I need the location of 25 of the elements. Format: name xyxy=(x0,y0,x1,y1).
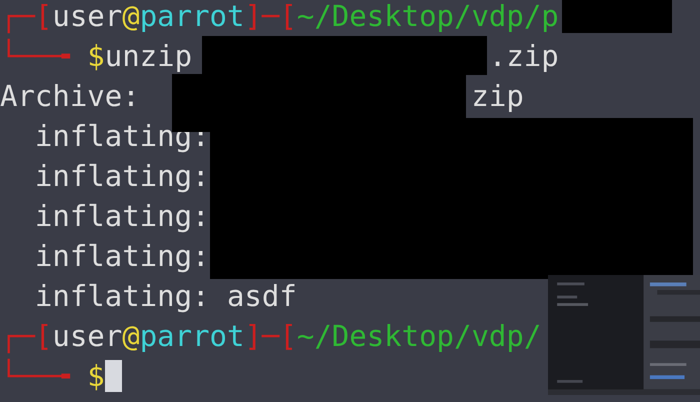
prompt-frame: ]─[ xyxy=(244,0,297,36)
prompt-symbol: $ xyxy=(87,358,105,395)
user-name: user xyxy=(52,318,122,355)
output-text: inflating: asdf xyxy=(34,278,297,315)
working-directory: ~/Desktop/vdp/ xyxy=(296,318,542,355)
user-name: user xyxy=(52,0,122,35)
output-text: inflating: xyxy=(34,158,210,195)
prompt-frame: ┌─[ xyxy=(0,316,52,356)
output-text: inflating: xyxy=(34,198,210,235)
host-name: parrot xyxy=(140,0,244,35)
output-text: inflating: xyxy=(34,118,210,155)
working-directory: ~/Desktop/vdp/p xyxy=(296,0,559,35)
at-sign: @ xyxy=(122,0,140,35)
host-name: parrot xyxy=(140,318,244,355)
output-text: .zip xyxy=(488,38,559,75)
output-text: zip xyxy=(471,78,524,115)
prompt-frame: └──╼ xyxy=(0,356,70,396)
output-text: Archive: xyxy=(0,78,140,115)
prompt-frame: ┌─[ xyxy=(0,0,52,36)
prompt-frame: └──╼ xyxy=(0,36,70,76)
output-text: inflating: xyxy=(34,238,210,275)
prompt-symbol: $ xyxy=(87,38,105,75)
at-sign: @ xyxy=(122,318,140,355)
prompt-frame: ]─[ xyxy=(244,316,297,356)
command-text: unzip xyxy=(104,38,192,75)
